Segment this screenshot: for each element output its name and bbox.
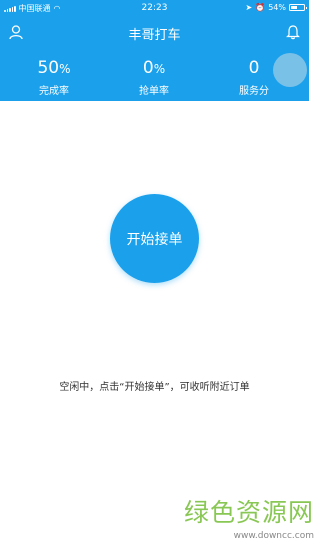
- bell-icon[interactable]: [285, 24, 301, 40]
- stat-grab-rate: 0% 抢单率: [114, 58, 194, 97]
- floating-assistive-button[interactable]: [273, 53, 307, 87]
- stats-row: 50% 完成率 0% 抢单率 0 服务分: [0, 58, 309, 98]
- stat-value: 50%: [14, 58, 94, 79]
- stat-unit: %: [153, 62, 166, 76]
- stat-unit: %: [59, 62, 71, 76]
- idle-hint-text: 空闲中，点击“开始接单”，可收听附近订单: [59, 382, 250, 393]
- page-title: 丰哥打车: [128, 28, 181, 43]
- stat-value: 0%: [114, 58, 194, 79]
- stat-label: 完成率: [39, 86, 69, 97]
- stat-number: 0: [248, 58, 260, 78]
- app-header: 丰哥打车 50% 完成率 0% 抢单率 0 服务分: [0, 16, 309, 101]
- start-accepting-orders-button[interactable]: 开始接单: [110, 194, 199, 283]
- stat-number: 0: [142, 58, 154, 78]
- status-right: ➤ ⏰ 54%: [245, 3, 307, 12]
- battery-fill: [291, 6, 298, 9]
- stat-label: 抢单率: [139, 86, 169, 97]
- alarm-icon: ⏰: [255, 3, 266, 12]
- watermark-url: www.downcc.com: [233, 531, 314, 541]
- watermark: 绿色资源网 www.downcc.com: [184, 493, 314, 541]
- stat-completion-rate: 50% 完成率: [14, 58, 94, 97]
- stat-number: 50: [37, 58, 60, 78]
- watermark-logo-text: 绿色资源网: [183, 498, 314, 527]
- battery-percent: 54%: [268, 3, 286, 12]
- location-icon: ➤: [245, 3, 253, 12]
- battery-icon: [289, 4, 307, 11]
- status-bar: 中国联通 ◠ 22:23 ➤ ⏰ 54%: [0, 0, 309, 16]
